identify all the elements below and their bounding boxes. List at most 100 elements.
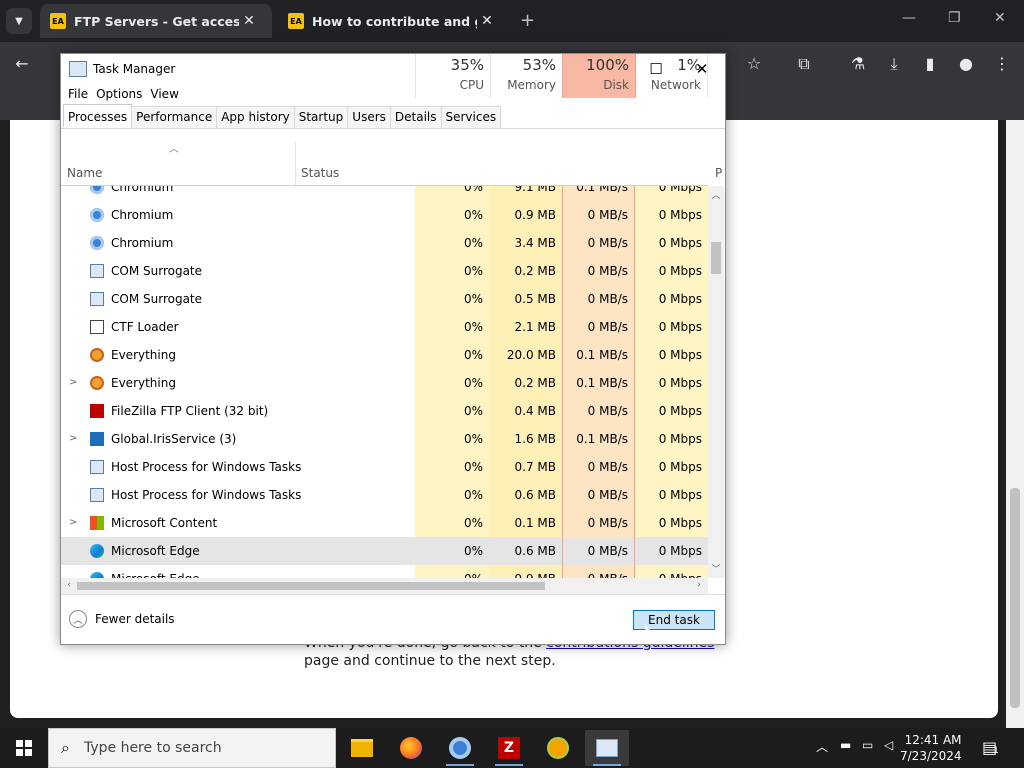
- tab-search-button[interactable]: ▼: [6, 8, 32, 34]
- process-disk: 0 MB/s: [562, 313, 635, 341]
- process-disk: 0 MB/s: [562, 201, 635, 229]
- process-row[interactable]: COM Surrogate 0% 0.2 MB 0 MB/s 0 Mbps: [61, 257, 708, 285]
- column-header-status[interactable]: Status: [301, 166, 339, 180]
- browser-minimize-icon[interactable]: —: [902, 10, 916, 26]
- profile-avatar-icon[interactable]: ●: [954, 54, 978, 73]
- side-panel-icon[interactable]: ▮: [918, 54, 942, 73]
- process-memory: 0.6 MB: [489, 537, 562, 565]
- tab-performance[interactable]: Performance: [131, 106, 218, 128]
- hscroll-thumb[interactable]: [77, 582, 545, 590]
- process-row[interactable]: CTF Loader 0% 2.1 MB 0 MB/s 0 Mbps: [61, 313, 708, 341]
- tab-details[interactable]: Details: [389, 106, 442, 128]
- ctf-loader-icon: [90, 320, 104, 334]
- column-header-cpu[interactable]: 35% CPU: [415, 54, 491, 98]
- process-row[interactable]: > Microsoft Content 0% 0.1 MB 0 MB/s 0 Mbps: [61, 509, 708, 537]
- menu-file[interactable]: File: [67, 84, 95, 104]
- menu-options[interactable]: Options: [95, 84, 149, 104]
- process-name: Microsoft Edge: [111, 544, 200, 558]
- process-name: Everything: [111, 348, 176, 362]
- scroll-down-icon[interactable]: ﹀: [708, 562, 724, 575]
- taskbar-task-manager[interactable]: [585, 730, 629, 766]
- site-favicon-icon: EA: [50, 13, 66, 29]
- iris-service-icon: [90, 432, 104, 446]
- process-row[interactable]: > Global.IrisService (3) 0% 1.6 MB 0.1 MB/s 0…: [61, 425, 708, 453]
- process-row[interactable]: > Everything 0% 0.2 MB 0.1 MB/s 0 Mbps: [61, 369, 708, 397]
- tab-divider: [61, 128, 725, 129]
- process-row[interactable]: Chromium 0% 0.9 MB 0 MB/s 0 Mbps: [61, 201, 708, 229]
- process-disk: 0.1 MB/s: [562, 425, 635, 453]
- notification-center-icon[interactable]: ▤1: [982, 738, 999, 757]
- menu-view[interactable]: View: [149, 84, 185, 104]
- taskbar-app-orange[interactable]: [536, 730, 580, 766]
- tray-overflow-chevron-icon[interactable]: ︿: [816, 738, 828, 755]
- browser-close-icon[interactable]: ✕: [994, 10, 1006, 26]
- network-icon[interactable]: ▭: [862, 738, 873, 752]
- process-row[interactable]: Host Process for Windows Tasks 0% 0.6 MB 0 …: [61, 481, 708, 509]
- browser-restore-icon[interactable]: ❐: [948, 10, 961, 26]
- process-network: 0 Mbps: [635, 201, 708, 229]
- column-header-network[interactable]: 1% Network: [635, 54, 708, 98]
- taskbar-firefox[interactable]: [389, 730, 433, 766]
- process-network: 0 Mbps: [635, 425, 708, 453]
- column-header-memory[interactable]: 53% Memory: [489, 54, 563, 98]
- process-cpu: 0%: [415, 285, 489, 313]
- fewer-details-label: Fewer details: [95, 612, 175, 626]
- chromium-icon: [90, 186, 104, 194]
- tab-services[interactable]: Services: [440, 106, 502, 128]
- browser-tab-how-to-contribute[interactable]: EA How to contribute and get acc ✕: [278, 4, 510, 38]
- process-row[interactable]: Host Process for Windows Tasks 0% 0.7 MB 0 …: [61, 453, 708, 481]
- process-name: Chromium: [111, 208, 174, 222]
- browser-menu-icon[interactable]: ⋮: [990, 54, 1014, 73]
- expand-chevron-icon[interactable]: >: [69, 509, 77, 537]
- back-arrow-icon[interactable]: ←: [10, 54, 34, 73]
- labs-flask-icon[interactable]: ⚗: [846, 54, 870, 73]
- column-header-disk[interactable]: 100% Disk: [562, 54, 636, 98]
- browser-tab-ftp-servers[interactable]: EA FTP Servers - Get access to the ✕: [40, 4, 272, 38]
- process-memory: 0.9 MB: [489, 201, 562, 229]
- expand-chevron-icon[interactable]: >: [69, 369, 77, 397]
- scroll-left-icon[interactable]: ‹: [61, 580, 77, 590]
- scroll-up-icon[interactable]: ︿: [708, 188, 724, 201]
- process-cpu: 0%: [415, 397, 489, 425]
- process-row[interactable]: Chromium 0% 3.4 MB 0 MB/s 0 Mbps: [61, 229, 708, 257]
- tab-users[interactable]: Users: [347, 106, 391, 128]
- filezilla-icon: [90, 404, 104, 418]
- vscroll-thumb[interactable]: [711, 242, 721, 274]
- tab-app-history[interactable]: App history: [216, 106, 295, 128]
- column-header-name[interactable]: Name: [67, 166, 102, 180]
- process-row[interactable]: FileZilla FTP Client (32 bit) 0% 0.4 MB 0 M…: [61, 397, 708, 425]
- memory-label: Memory: [507, 78, 556, 92]
- scroll-right-icon[interactable]: ›: [691, 580, 707, 590]
- tab-startup[interactable]: Startup: [293, 106, 349, 128]
- tab-close-icon[interactable]: ✕: [477, 13, 497, 29]
- taskbar-filezilla[interactable]: Z: [487, 730, 531, 766]
- process-row[interactable]: Microsoft Edge 0% 0.6 MB 0 MB/s 0 Mbps: [61, 537, 708, 565]
- host-process-icon: [90, 460, 104, 474]
- start-button[interactable]: [0, 728, 48, 768]
- chromium-icon: [449, 737, 471, 759]
- taskbar-search-box[interactable]: ⌕ Type here to search: [48, 728, 336, 768]
- process-list-vscrollbar[interactable]: ︿ ﹀: [708, 186, 724, 578]
- extensions-icon[interactable]: ⧉: [792, 54, 816, 74]
- process-row[interactable]: Microsoft Edge 0%9.9 MB0 MB/s0 Mbps: [61, 565, 708, 578]
- taskbar-clock[interactable]: 12:41 AM 7/23/2024: [900, 732, 962, 764]
- new-tab-button[interactable]: +: [520, 10, 535, 31]
- taskbar-chromium[interactable]: [438, 730, 482, 766]
- process-name: Microsoft Content: [111, 516, 218, 530]
- download-icon[interactable]: ⤓: [882, 54, 906, 74]
- fewer-details-button[interactable]: ︿ Fewer details: [69, 610, 175, 628]
- tab-close-icon[interactable]: ✕: [239, 13, 259, 29]
- process-row[interactable]: Everything 0% 20.0 MB 0.1 MB/s 0 Mbps: [61, 341, 708, 369]
- process-row[interactable]: Chromium 0% 9.1 MB 0.1 MB/s 0 Mbps: [61, 186, 708, 201]
- process-name: Host Process for Windows Tasks: [111, 460, 302, 474]
- column-header-partial[interactable]: P: [715, 166, 722, 180]
- process-list-hscrollbar[interactable]: ‹ ›: [61, 578, 708, 594]
- expand-chevron-icon[interactable]: >: [69, 425, 77, 453]
- bookmark-star-icon[interactable]: ☆: [742, 54, 766, 73]
- tray-usb-icon[interactable]: ▬: [840, 738, 851, 752]
- process-row[interactable]: COM Surrogate 0% 0.5 MB 0 MB/s 0 Mbps: [61, 285, 708, 313]
- taskbar-file-explorer[interactable]: [340, 730, 384, 766]
- volume-muted-icon[interactable]: ◁: [884, 738, 893, 752]
- tab-processes[interactable]: Processes: [63, 104, 133, 127]
- page-scrollbar-thumb[interactable]: [1010, 488, 1020, 708]
